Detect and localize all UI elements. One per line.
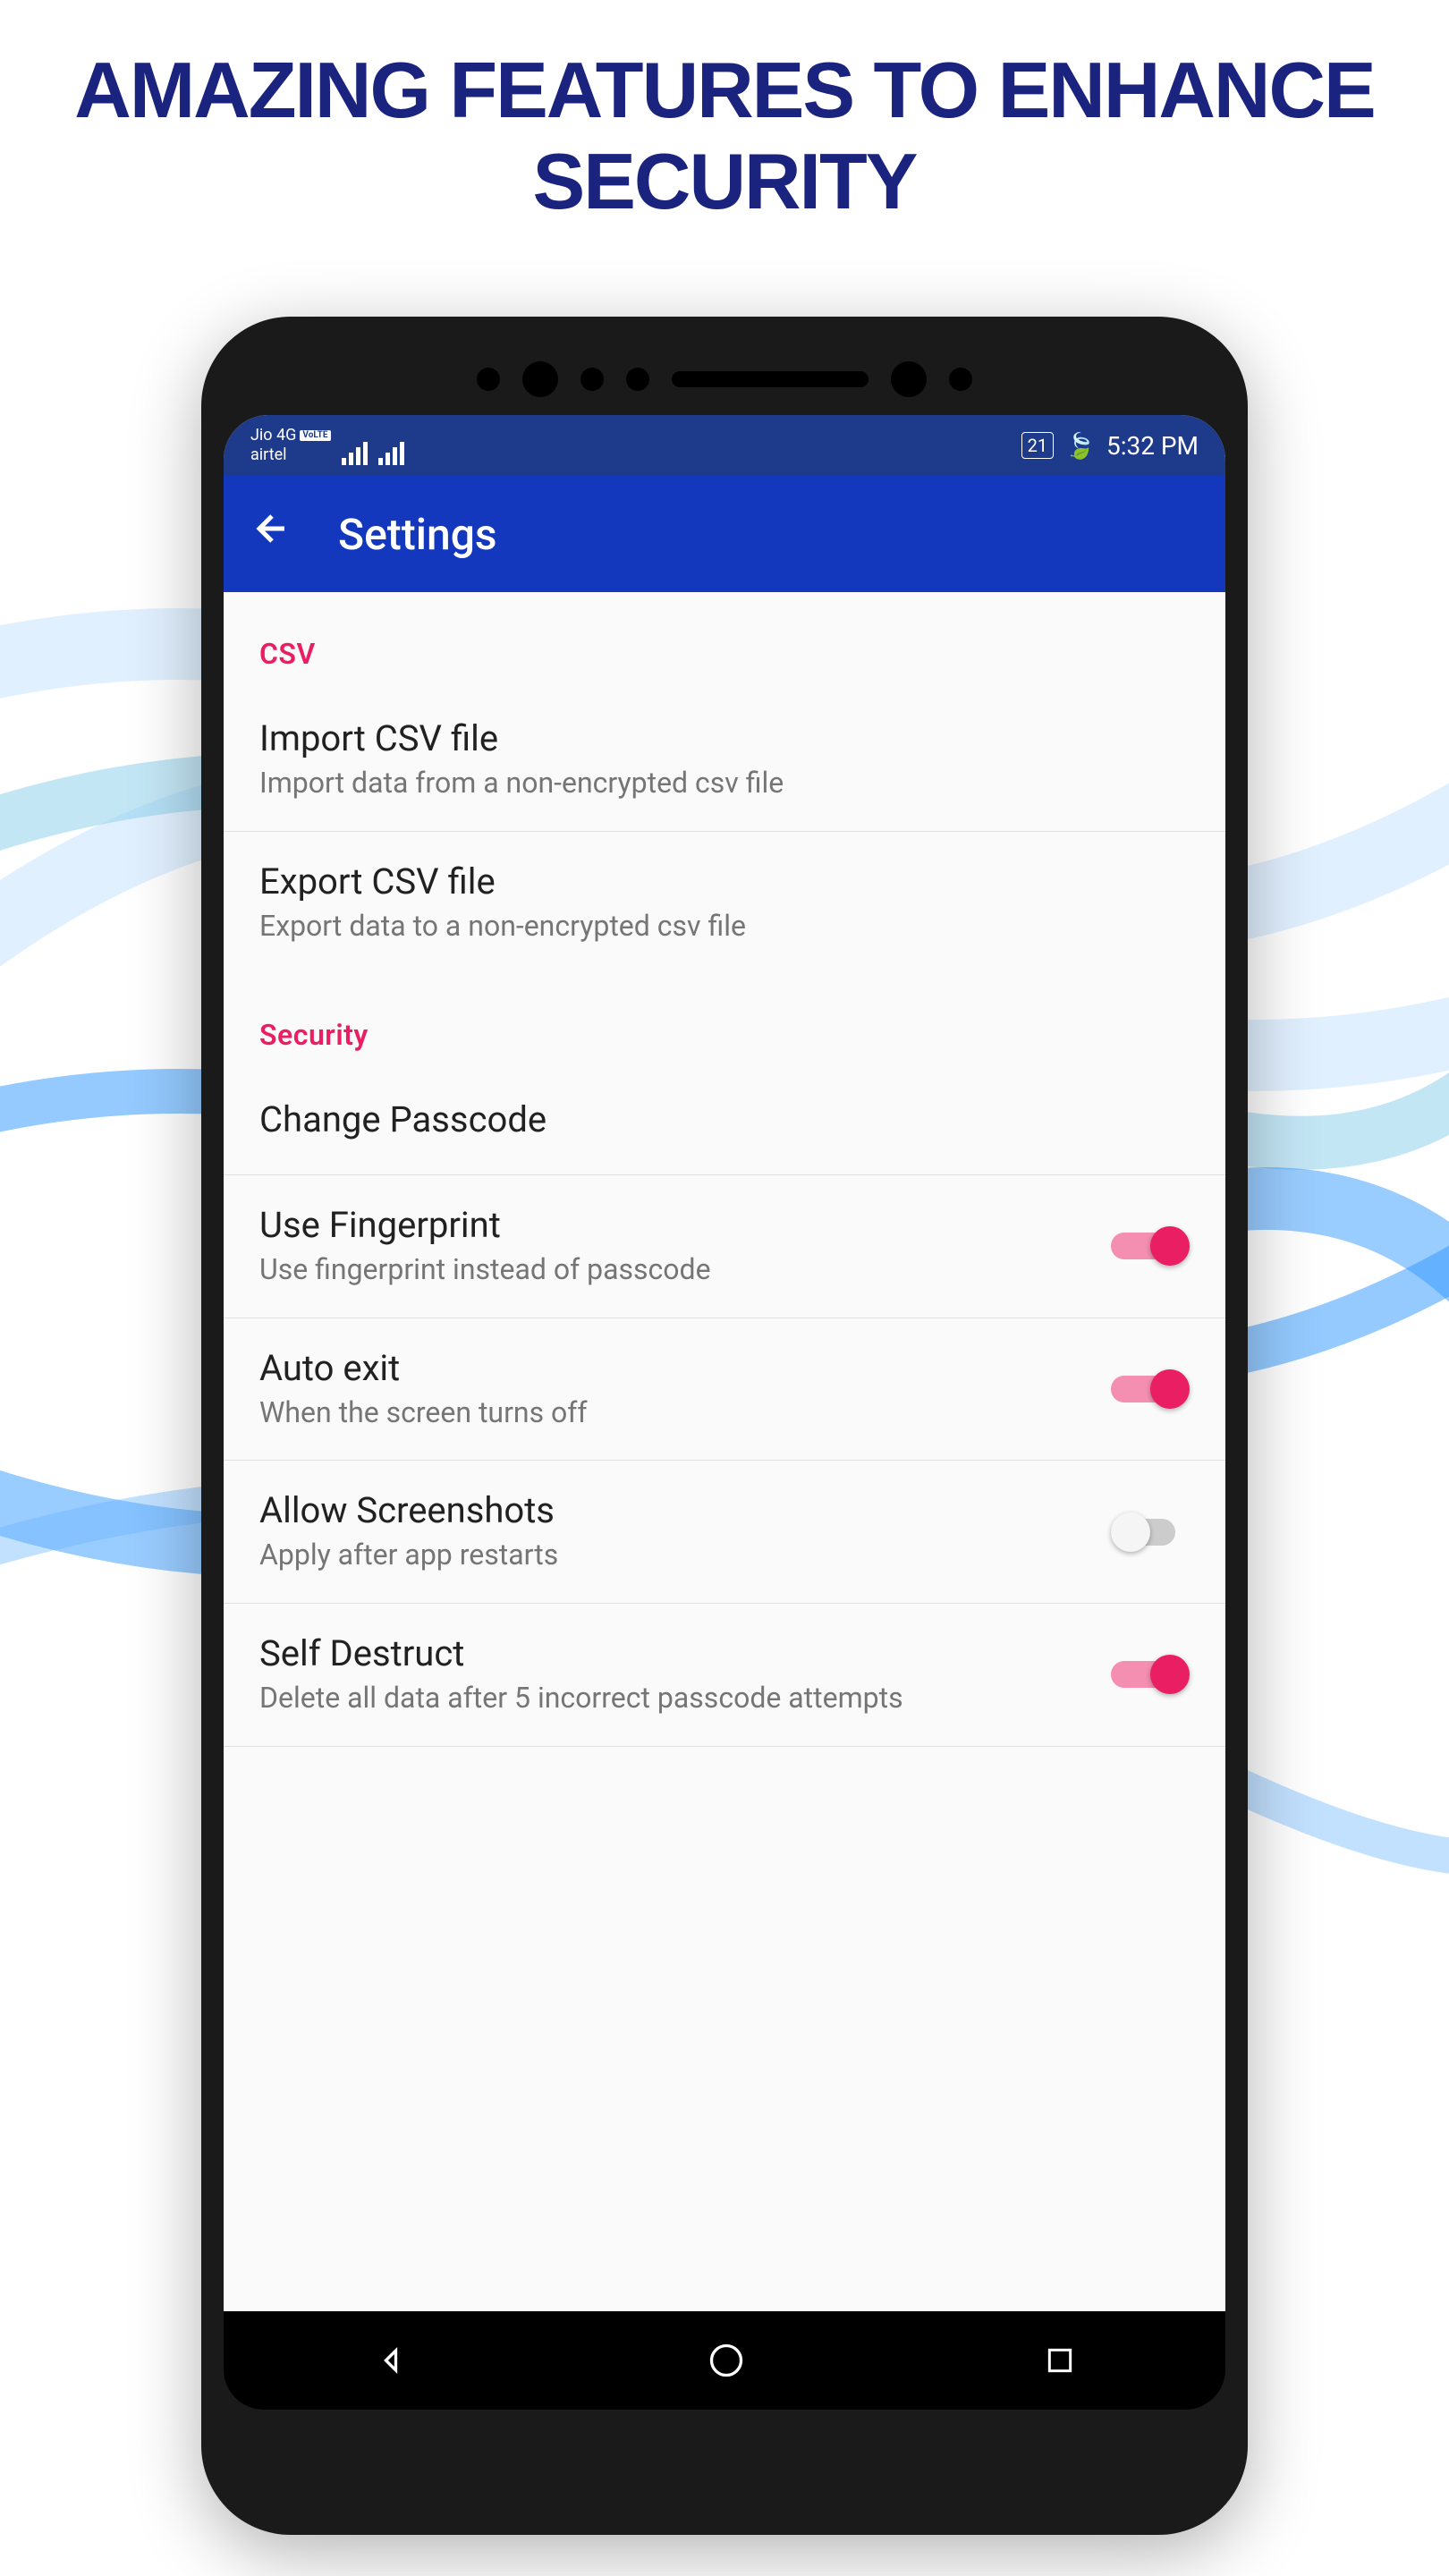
nav-recent-button[interactable] [1042, 2343, 1078, 2378]
leaf-icon: 🍃 [1064, 431, 1096, 461]
setting-self-destruct[interactable]: Self Destruct Delete all data after 5 in… [224, 1604, 1225, 1747]
status-bar: Jio 4G VoLTE airtel [224, 415, 1225, 476]
marketing-headline: AMAZING FEATURES TO ENHANCE SECURITY [0, 0, 1449, 245]
setting-title: Allow Screenshots [259, 1489, 1093, 1531]
signal-icon [378, 444, 404, 465]
setting-subtitle: Use fingerprint instead of passcode [259, 1251, 1093, 1289]
setting-use-fingerprint[interactable]: Use Fingerprint Use fingerprint instead … [224, 1175, 1225, 1318]
app-bar: Settings [224, 476, 1225, 592]
section-header-security: Security [224, 973, 1225, 1070]
setting-subtitle: Export data to a non-encrypted csv file [259, 908, 1190, 945]
back-button[interactable] [250, 507, 293, 561]
nav-home-button[interactable] [707, 2341, 746, 2380]
setting-subtitle: Apply after app restarts [259, 1537, 1093, 1574]
android-nav-bar [224, 2311, 1225, 2410]
toggle-fingerprint[interactable] [1111, 1228, 1190, 1264]
setting-title: Import CSV file [259, 717, 1190, 759]
phone-frame: Jio 4G VoLTE airtel [201, 317, 1248, 2535]
nav-back-button[interactable] [371, 2341, 411, 2380]
setting-title: Use Fingerprint [259, 1204, 1093, 1246]
page-title: Settings [338, 509, 497, 560]
setting-change-passcode[interactable]: Change Passcode [224, 1070, 1225, 1175]
setting-export-csv[interactable]: Export CSV file Export data to a non-enc… [224, 832, 1225, 974]
setting-subtitle: Delete all data after 5 incorrect passco… [259, 1680, 1093, 1717]
status-time: 5:32 PM [1106, 431, 1199, 461]
setting-auto-exit[interactable]: Auto exit When the screen turns off [224, 1318, 1225, 1462]
carrier-info: Jio 4G VoLTE airtel [250, 426, 331, 464]
setting-allow-screenshots[interactable]: Allow Screenshots Apply after app restar… [224, 1461, 1225, 1604]
setting-title: Change Passcode [259, 1098, 1190, 1140]
toggle-screenshots[interactable] [1111, 1514, 1190, 1550]
setting-import-csv[interactable]: Import CSV file Import data from a non-e… [224, 689, 1225, 832]
phone-notch [224, 343, 1225, 415]
setting-title: Auto exit [259, 1347, 1093, 1389]
setting-title: Export CSV file [259, 860, 1190, 902]
section-header-csv: CSV [224, 592, 1225, 689]
setting-subtitle: When the screen turns off [259, 1394, 1093, 1432]
toggle-auto-exit[interactable] [1111, 1371, 1190, 1407]
setting-title: Self Destruct [259, 1632, 1093, 1674]
setting-subtitle: Import data from a non-encrypted csv fil… [259, 765, 1190, 802]
toggle-self-destruct[interactable] [1111, 1657, 1190, 1692]
settings-list: CSV Import CSV file Import data from a n… [224, 592, 1225, 1747]
signal-icon [342, 444, 368, 465]
phone-screen: Jio 4G VoLTE airtel [224, 415, 1225, 2311]
battery-icon: 21 [1021, 432, 1054, 459]
